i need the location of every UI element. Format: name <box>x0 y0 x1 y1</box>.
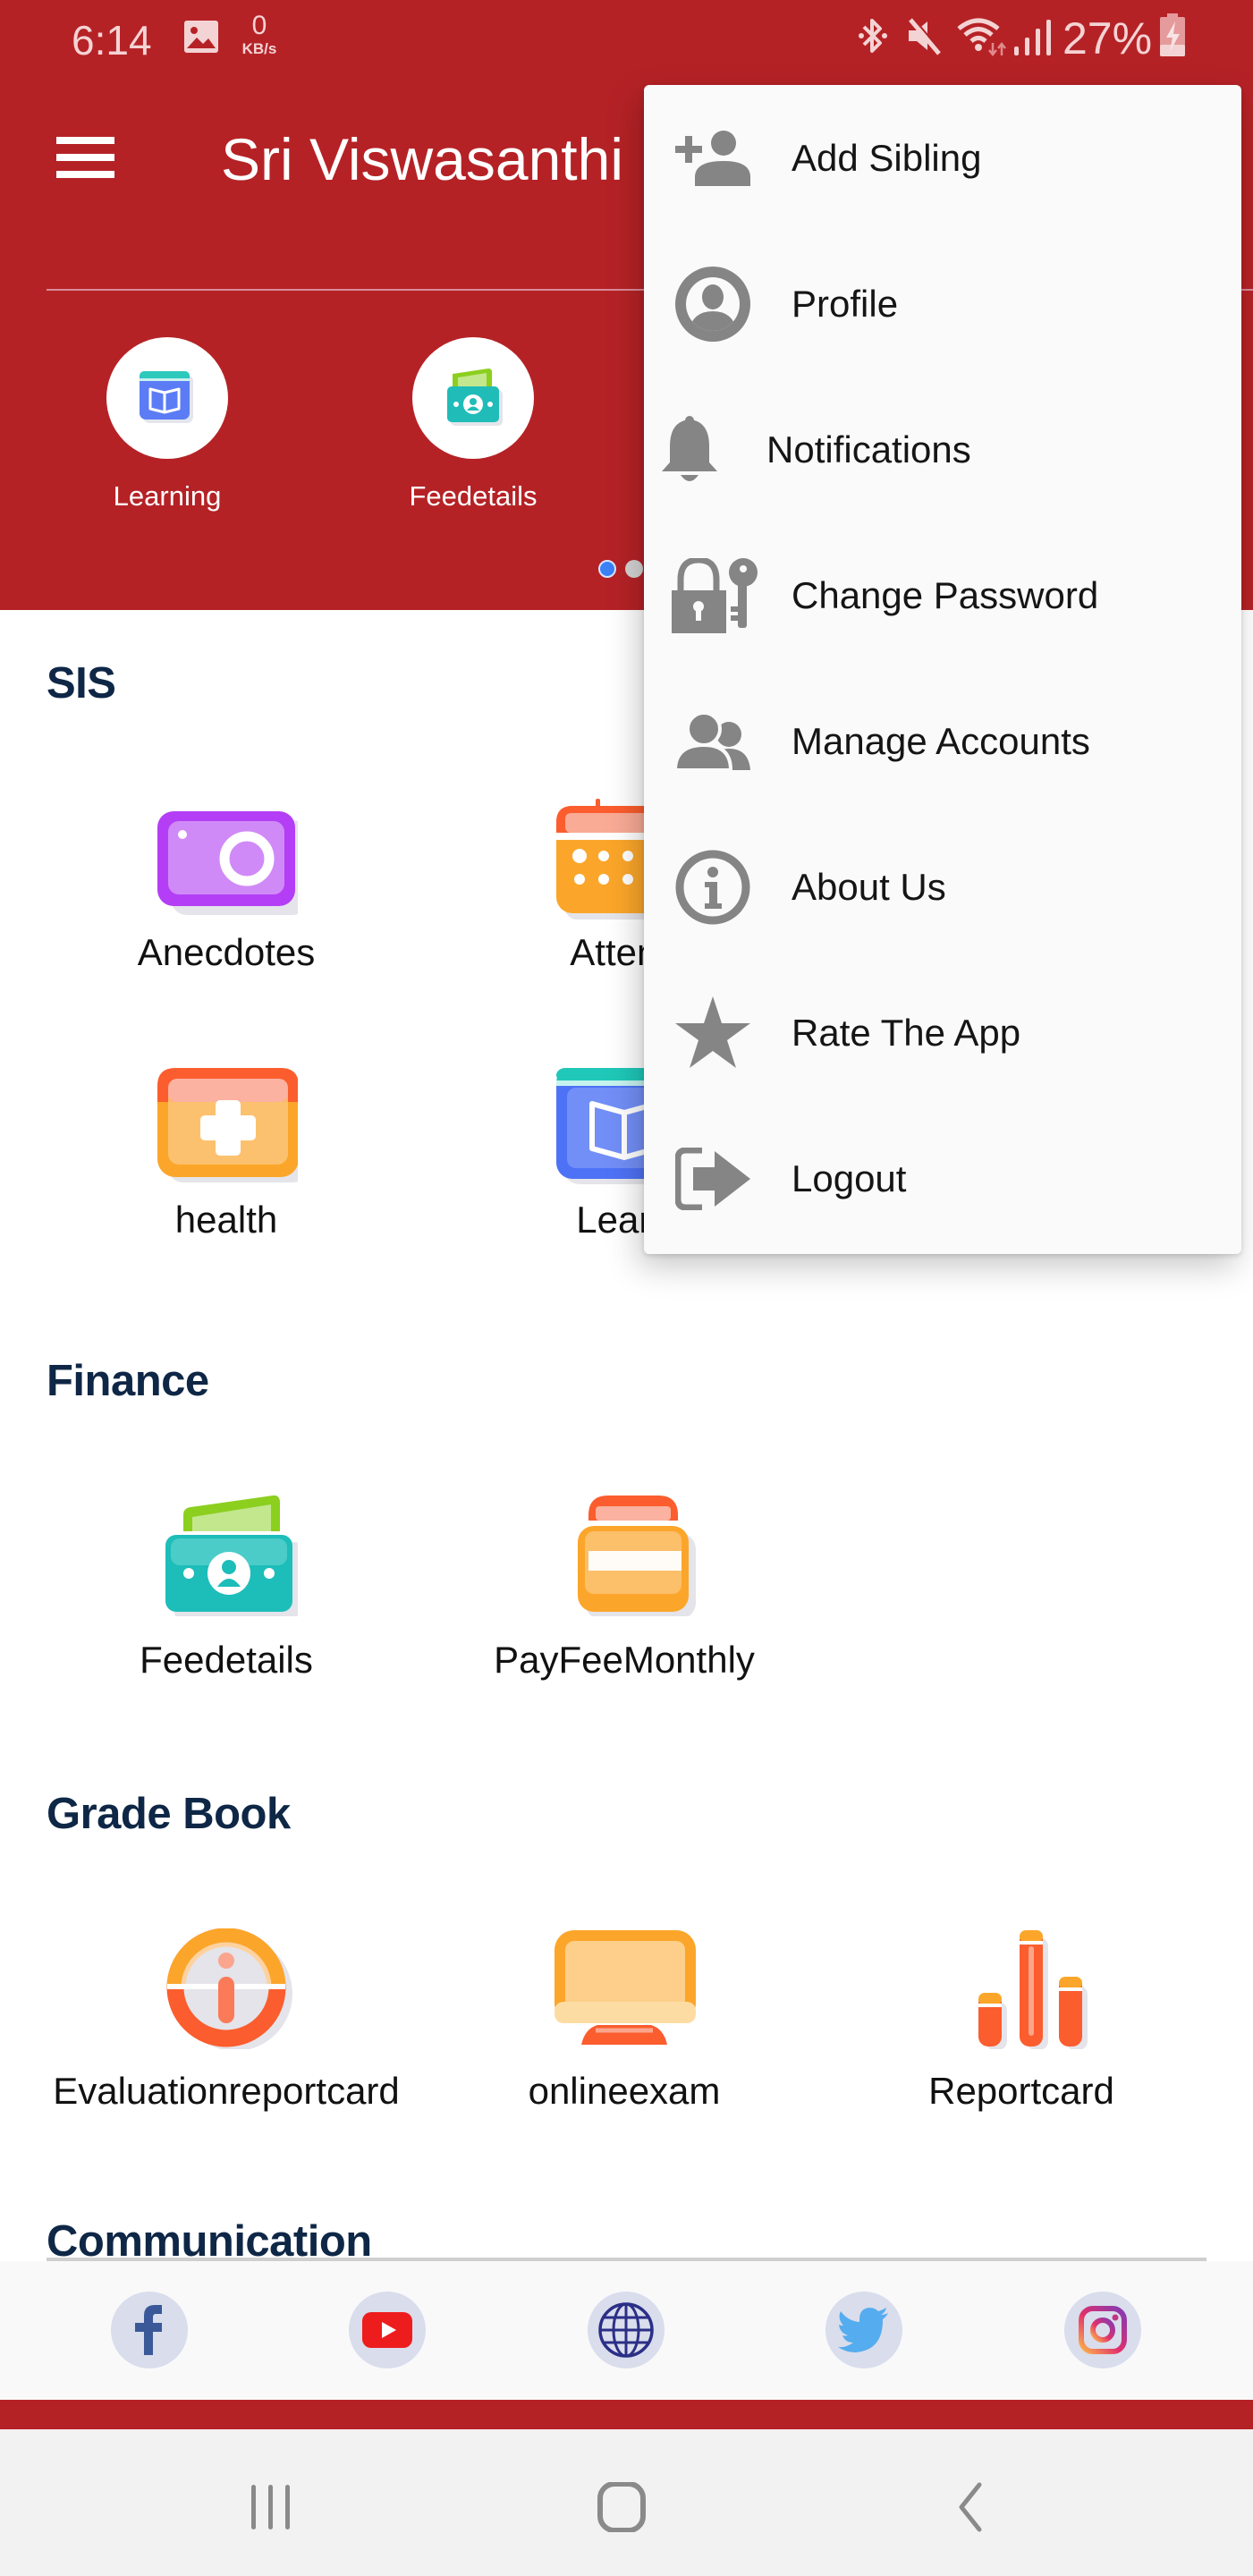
tile-label: PayFeeMonthly <box>494 1639 755 1681</box>
globe-icon <box>598 2302 654 2358</box>
hamburger-icon-bar <box>56 154 114 161</box>
youtube-icon <box>362 2312 412 2348</box>
mute-icon <box>909 17 943 55</box>
menu-item-label: About Us <box>792 866 946 908</box>
carousel-dot-active[interactable] <box>598 560 616 578</box>
tile-label: Feedetails <box>140 1639 313 1681</box>
menu-item-label: Profile <box>792 283 899 325</box>
tile-onlineexam[interactable]: onlineexam <box>428 1928 821 2112</box>
tile-health[interactable]: health <box>30 1066 423 1245</box>
facebook-icon <box>135 2305 162 2355</box>
menu-item-label: Rate The App <box>792 1012 1021 1054</box>
footer-accent-strip <box>0 2400 1253 2429</box>
instagram-button[interactable] <box>1064 2292 1141 2368</box>
menu-item-manage-accounts[interactable]: Manage Accounts <box>644 668 1241 814</box>
menu-item-rate-the-app[interactable]: Rate The App <box>644 960 1241 1106</box>
tile-label: Anecdotes <box>137 931 316 973</box>
tile-reportcard[interactable]: Reportcard <box>825 1928 1218 2112</box>
recents-icon <box>251 2485 290 2529</box>
home-icon <box>597 2482 646 2532</box>
network-speed-value: 0 <box>251 11 267 40</box>
tile-anecdotes[interactable]: Anecdotes <box>30 809 423 988</box>
bluetooth-icon <box>859 19 887 53</box>
back-icon <box>959 2482 982 2532</box>
fee-wallet-icon <box>447 369 503 426</box>
quick-access-label: Feedetails <box>409 480 538 512</box>
app-title: Sri Viswasanthi <box>221 126 623 192</box>
users-icon <box>673 704 753 779</box>
evaluation-info-icon <box>166 1928 292 2049</box>
credit-card-icon <box>578 1496 696 1616</box>
section-title-sis: SIS <box>47 659 116 708</box>
menu-item-change-password[interactable]: Change Password <box>644 522 1241 668</box>
status-time: 6:14 <box>72 17 152 64</box>
lock-key-icon <box>671 558 760 633</box>
menu-item-label: Change Password <box>792 574 1099 616</box>
tile-feedetails[interactable]: Feedetails <box>30 1496 423 1681</box>
info-icon <box>673 850 753 925</box>
hamburger-menu-button[interactable] <box>56 137 114 178</box>
facebook-button[interactable] <box>111 2292 188 2368</box>
fee-wallet-icon <box>165 1496 298 1616</box>
home-button[interactable] <box>586 2478 657 2537</box>
star-icon <box>673 996 753 1071</box>
menu-item-logout[interactable]: Logout <box>644 1106 1241 1251</box>
health-kit-icon <box>157 1068 298 1182</box>
profile-circle-icon <box>673 267 753 342</box>
instagram-icon <box>1079 2306 1127 2354</box>
social-divider <box>47 2258 1206 2261</box>
recents-button[interactable] <box>235 2478 307 2537</box>
section-title-finance: Finance <box>47 1357 209 1405</box>
logout-icon <box>673 1141 753 1216</box>
tile-evaluationreportcard[interactable]: Evaluationreportcard <box>30 1928 423 2112</box>
battery-percent: 27% <box>1063 13 1153 64</box>
hamburger-icon <box>56 137 114 144</box>
quick-access-learning[interactable]: Learning <box>60 337 275 516</box>
quick-access-circle <box>412 337 534 459</box>
quick-access-label: Learning <box>113 480 222 512</box>
tile-payfeemonthly[interactable]: PayFeeMonthly <box>428 1496 821 1681</box>
twitter-icon <box>838 2308 888 2352</box>
network-speed-unit: KB/s <box>241 40 277 57</box>
menu-item-label: Add Sibling <box>792 137 982 179</box>
overflow-menu: Add Sibling Profile Notifications Change… <box>644 85 1241 1254</box>
camera-icon <box>157 811 298 915</box>
signal-icon <box>1014 20 1051 55</box>
menu-item-about-us[interactable]: About Us <box>644 814 1241 960</box>
bell-icon <box>660 412 719 487</box>
hamburger-icon-bar <box>56 171 114 178</box>
website-button[interactable] <box>588 2292 665 2368</box>
quick-access-circle <box>106 337 228 459</box>
gallery-notification-icon <box>184 21 218 53</box>
tile-label: health <box>174 1199 278 1241</box>
bar-chart-icon <box>978 1930 1088 2049</box>
wifi-icon <box>957 18 1006 57</box>
carousel-dot[interactable] <box>625 560 643 578</box>
menu-item-label: Logout <box>792 1157 907 1199</box>
tile-label: Evaluationreportcard <box>53 2070 400 2112</box>
youtube-button[interactable] <box>349 2292 426 2368</box>
menu-item-label: Manage Accounts <box>792 720 1090 762</box>
battery-charging-icon <box>1160 13 1185 56</box>
network-speed: 0 KB/s <box>234 11 284 57</box>
section-title-grade-book: Grade Book <box>47 1790 291 1838</box>
status-bar: 6:14 0 KB/s 27% <box>0 0 1253 80</box>
menu-item-notifications[interactable]: Notifications <box>644 377 1241 522</box>
twitter-button[interactable] <box>825 2292 902 2368</box>
add-person-icon <box>673 121 753 196</box>
menu-item-profile[interactable]: Profile <box>644 231 1241 377</box>
monitor-icon <box>555 1930 696 2045</box>
quick-access-feedetails[interactable]: Feedetails <box>366 337 580 516</box>
menu-item-label: Notifications <box>766 428 971 470</box>
tile-label: onlineexam <box>528 2070 721 2112</box>
learning-book-icon <box>140 371 193 423</box>
menu-item-add-sibling[interactable]: Add Sibling <box>644 85 1241 231</box>
tile-label: Reportcard <box>928 2070 1114 2112</box>
back-button[interactable] <box>935 2478 1006 2537</box>
